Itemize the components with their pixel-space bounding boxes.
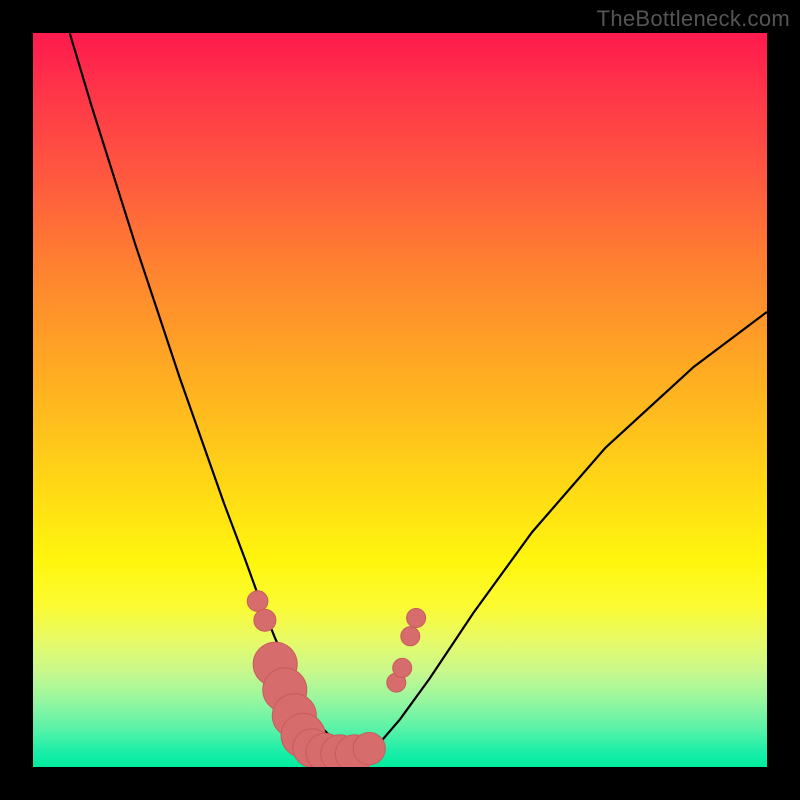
series-marker <box>353 733 385 765</box>
watermark-text: TheBottleneck.com <box>597 6 790 32</box>
series-marker <box>393 658 412 677</box>
series-marker <box>401 627 420 646</box>
chart-overlay-svg <box>33 33 767 767</box>
series-marker <box>407 609 426 628</box>
bottleneck-curve <box>70 33 767 752</box>
chart-frame: TheBottleneck.com <box>0 0 800 800</box>
series-marker <box>247 591 268 612</box>
series-markers <box>247 591 425 767</box>
plot-area <box>33 33 767 767</box>
series-marker <box>254 609 276 631</box>
